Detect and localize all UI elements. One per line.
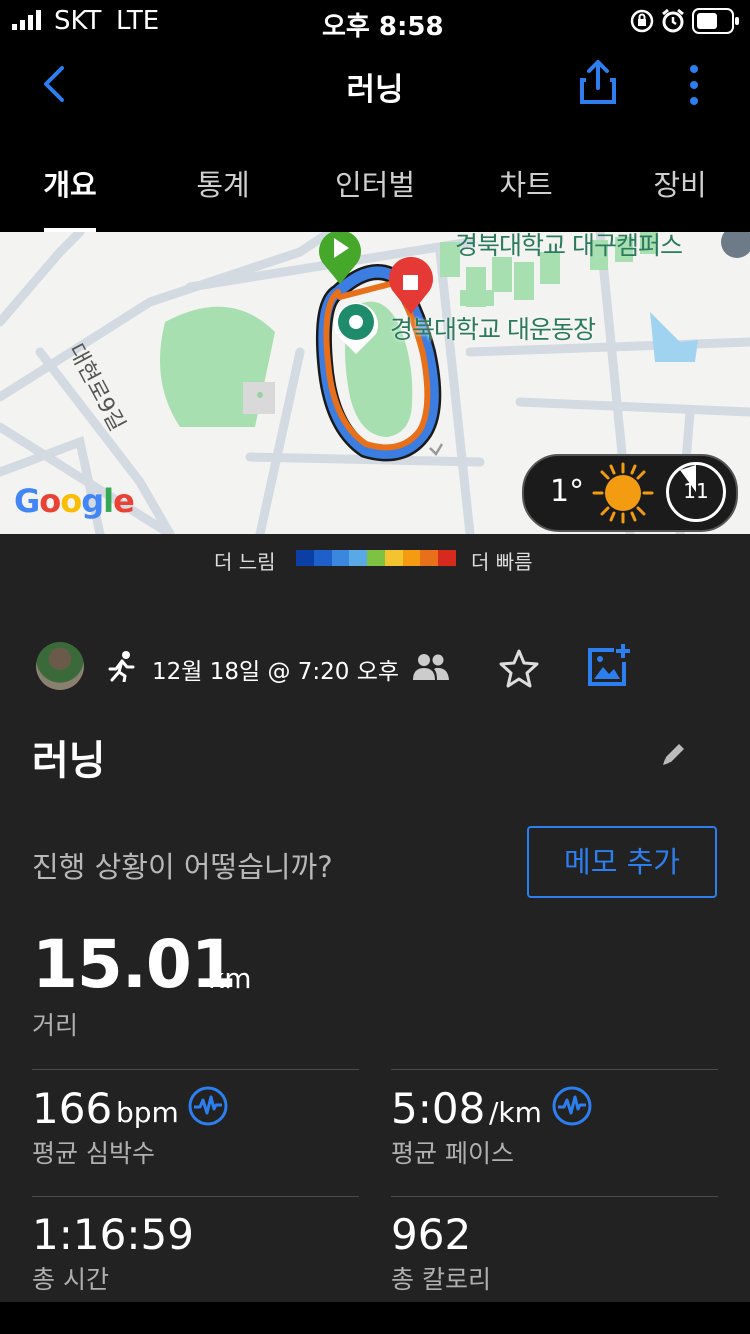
avg-hr-unit: bpm: [116, 1096, 179, 1129]
avg-hr-label: 평균 심박수: [32, 1139, 155, 1168]
distance-value: 15.01: [32, 926, 237, 1003]
activity-name: 러닝: [32, 738, 106, 784]
avg-pace-value: 5:08: [391, 1084, 486, 1133]
share-icon[interactable]: [578, 58, 618, 106]
heart-rate-chart-icon[interactable]: [188, 1086, 228, 1126]
pace-color-swatch: [349, 550, 368, 566]
tab-stats[interactable]: 통계: [148, 162, 298, 204]
nav-bar: 러닝: [0, 40, 750, 132]
pace-color-swatch: [313, 550, 332, 566]
calories-label: 총 칼로리: [391, 1265, 491, 1294]
pace-chart-icon[interactable]: [552, 1086, 592, 1126]
pace-color-swatch: [367, 550, 385, 566]
weather-widget[interactable]: 1° 11: [522, 454, 738, 532]
tab-intervals[interactable]: 인터벌: [300, 162, 450, 204]
tab-bar: 개요 통계 인터벌 차트 장비: [0, 132, 750, 232]
alarm-icon: [662, 8, 684, 33]
google-logo: Google: [14, 482, 135, 520]
signal-icon: [12, 10, 41, 30]
legend-slow-label: 더 느림: [214, 550, 276, 574]
map-place-label-top: 경북대학교 대구캠퍼스: [455, 232, 683, 260]
favorite-star-icon[interactable]: [498, 648, 540, 688]
total-time-value: 1:16:59: [32, 1210, 194, 1259]
pace-color-swatch: [438, 550, 457, 566]
running-icon: [108, 651, 135, 682]
tab-gear[interactable]: 장비: [605, 162, 750, 204]
page-title: 러닝: [346, 72, 404, 108]
divider: [32, 1196, 359, 1197]
more-options-icon[interactable]: [686, 64, 702, 106]
route-map[interactable]: 경북대학교 대구캠퍼스 경북대학교 대운동장 대현로9길 Google 1° 1…: [0, 232, 750, 534]
tab-chart[interactable]: 차트: [451, 162, 601, 204]
pace-color-swatch: [384, 550, 403, 566]
bottom-edge: [0, 1302, 750, 1334]
group-icon[interactable]: [412, 652, 450, 682]
back-icon[interactable]: [40, 64, 68, 104]
activity-summary: 12월 18일 @ 7:20 오후 러닝 진행 상황이 어떻습니까? 메모 추가…: [0, 604, 750, 1302]
pace-legend: 더 느림 더 빠름: [0, 534, 750, 604]
pace-color-swatch: [420, 550, 439, 566]
distance-label: 거리: [32, 1011, 79, 1040]
divider: [391, 1196, 718, 1197]
status-bar: SKT LTE 오후 8:58: [0, 0, 750, 42]
legend-fast-label: 더 빠름: [471, 550, 533, 574]
sun-icon: [592, 462, 654, 524]
avg-hr-value: 166: [32, 1084, 113, 1133]
wind-direction-icon: 11: [666, 462, 726, 522]
edit-pencil-icon[interactable]: [660, 740, 688, 768]
add-memo-button[interactable]: 메모 추가: [527, 826, 717, 898]
divider: [391, 1069, 718, 1070]
battery-icon: [692, 8, 739, 34]
stop-marker: [389, 256, 434, 314]
activity-date: 12월 18일 @ 7:20 오후: [152, 659, 400, 685]
temperature: 1°: [550, 474, 585, 509]
avatar[interactable]: [36, 642, 84, 690]
tab-overview[interactable]: 개요: [0, 162, 145, 204]
map-place-label: 경북대학교 대운동장: [390, 315, 596, 344]
total-time-label: 총 시간: [32, 1265, 109, 1294]
avg-pace-unit: /km: [489, 1096, 542, 1129]
avg-pace-label: 평균 페이스: [391, 1139, 514, 1168]
calories-value: 962: [391, 1210, 472, 1259]
divider: [32, 1069, 359, 1070]
carrier-name: SKT: [54, 6, 102, 36]
orientation-lock-icon: [630, 9, 654, 33]
add-photo-icon[interactable]: [586, 642, 632, 688]
pace-color-scale: [296, 550, 457, 566]
pace-color-swatch: [296, 550, 314, 566]
distance-unit: km: [208, 962, 252, 995]
pace-color-swatch: [331, 550, 350, 566]
clock: 오후 8:58: [322, 12, 444, 42]
network-type: LTE: [116, 6, 160, 36]
notes-prompt: 진행 상황이 어떻습니까?: [32, 850, 333, 884]
pace-color-swatch: [402, 550, 421, 566]
wind-speed: 11: [683, 479, 709, 503]
